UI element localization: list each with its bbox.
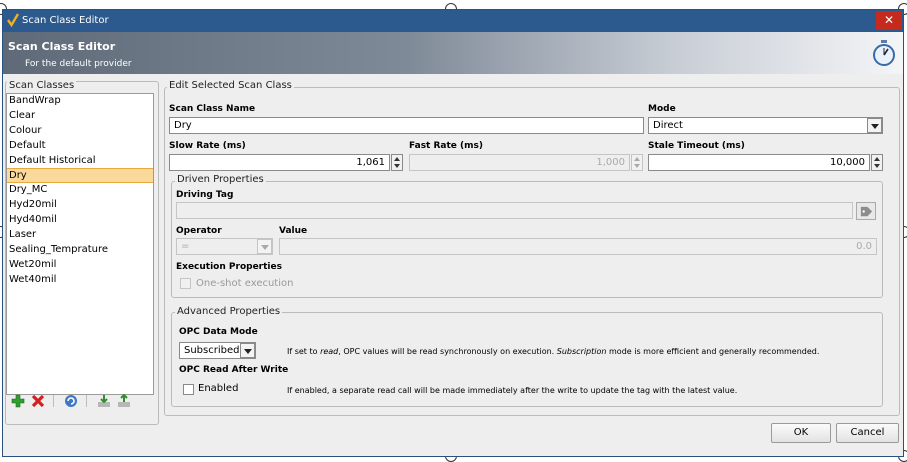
add-icon[interactable] xyxy=(11,394,25,408)
close-button[interactable]: ✕ xyxy=(876,11,902,30)
tag-browse-button[interactable] xyxy=(856,202,876,220)
slow-rate-label: Slow Rate (ms) xyxy=(169,141,246,151)
banner-title: Scan Class Editor xyxy=(8,40,116,53)
list-item[interactable]: Colour xyxy=(7,124,153,139)
one-shot-label: One-shot execution xyxy=(196,278,294,289)
advanced-properties-label: Advanced Properties xyxy=(175,306,283,317)
help-text: mode is more efficient and generally rec… xyxy=(606,347,820,356)
spin-down-icon xyxy=(874,164,880,168)
mode-dropdown-button[interactable] xyxy=(867,118,882,133)
spin-down-icon xyxy=(634,164,640,168)
driven-properties-label: Driven Properties xyxy=(175,174,266,185)
scan-class-name-input[interactable]: Dry xyxy=(169,117,644,134)
slow-rate-spinner[interactable] xyxy=(391,154,403,171)
driving-tag-input[interactable] xyxy=(176,202,853,219)
list-item[interactable]: Hyd20mil xyxy=(7,198,153,213)
header-banner: Scan Class Editor For the default provid… xyxy=(3,32,903,74)
tag-icon xyxy=(860,206,873,217)
import-icon[interactable] xyxy=(97,394,111,408)
stale-timeout-label: Stale Timeout (ms) xyxy=(648,141,745,151)
read-after-write-checkbox[interactable] xyxy=(183,384,194,395)
scan-class-list[interactable]: BandWrap Clear Colour Default Default Histor… xyxy=(6,93,154,395)
spin-down-icon xyxy=(394,164,400,168)
opc-read-after-write-label: OPC Read After Write xyxy=(179,365,289,375)
title-bar: Scan Class Editor ✕ xyxy=(3,10,903,32)
help-text-italic: Subscription xyxy=(556,347,607,356)
list-item[interactable]: Dry_MC xyxy=(7,183,153,198)
execution-properties-label: Execution Properties xyxy=(176,262,282,272)
stopwatch-icon xyxy=(873,40,895,66)
close-icon: ✕ xyxy=(883,13,895,27)
value-input[interactable]: 0.0 xyxy=(279,238,877,255)
chevron-down-icon xyxy=(261,245,269,250)
driving-tag-label: Driving Tag xyxy=(176,190,234,200)
toolbar-separator xyxy=(53,395,54,407)
operator-label: Operator xyxy=(176,226,222,236)
operator-dropdown-button[interactable] xyxy=(257,239,272,254)
chevron-down-icon xyxy=(871,124,879,129)
export-icon[interactable] xyxy=(117,394,131,408)
window-title: Scan Class Editor xyxy=(22,15,109,26)
mode-select[interactable]: Direct xyxy=(648,117,883,134)
list-item[interactable]: Sealing_Temprature xyxy=(7,243,153,258)
spin-up-icon xyxy=(394,157,400,161)
scan-class-editor-window: Scan Class Editor ✕ Scan Class Editor Fo… xyxy=(2,9,904,457)
stale-timeout-spinner[interactable] xyxy=(871,154,883,171)
one-shot-checkbox[interactable] xyxy=(180,278,191,289)
scan-class-name-label: Scan Class Name xyxy=(169,104,256,114)
list-item[interactable]: Laser xyxy=(7,228,153,243)
banner-subtitle: For the default provider xyxy=(25,59,132,69)
scan-classes-label: Scan Classes xyxy=(7,80,77,91)
list-item[interactable]: Wet20mil xyxy=(7,258,153,273)
opc-data-mode-help: If set to read, OPC values will be read … xyxy=(287,347,819,356)
spin-up-icon xyxy=(874,157,880,161)
fast-rate-label: Fast Rate (ms) xyxy=(409,141,483,151)
chevron-down-icon xyxy=(244,349,252,354)
stale-timeout-input[interactable]: 10,000 xyxy=(648,154,870,171)
help-text-italic: read xyxy=(320,347,339,356)
list-item[interactable]: Hyd40mil xyxy=(7,213,153,228)
fast-rate-spinner[interactable] xyxy=(631,154,643,171)
edit-scan-class-label: Edit Selected Scan Class xyxy=(167,80,294,91)
read-after-write-help: If enabled, a separate read call will be… xyxy=(287,386,738,395)
ok-button[interactable]: OK xyxy=(771,423,831,443)
mode-label: Mode xyxy=(648,104,676,114)
refresh-icon[interactable] xyxy=(64,394,78,408)
value-label: Value xyxy=(279,226,308,236)
slow-rate-input[interactable]: 1,061 xyxy=(169,154,390,171)
opc-data-mode-label: OPC Data Mode xyxy=(179,327,258,337)
help-text: , OPC values will be read synchronously … xyxy=(338,347,557,356)
read-after-write-enabled-label: Enabled xyxy=(198,383,239,394)
list-item[interactable]: Default xyxy=(7,139,153,154)
spin-up-icon xyxy=(634,157,640,161)
toolbar-separator xyxy=(86,395,87,407)
list-item[interactable]: BandWrap xyxy=(7,94,153,109)
opc-data-mode-dropdown-button[interactable] xyxy=(240,343,255,358)
fast-rate-input[interactable]: 1,000 xyxy=(409,154,630,171)
list-item[interactable]: Clear xyxy=(7,109,153,124)
list-item[interactable]: Dry xyxy=(7,168,153,184)
help-text: If set to xyxy=(287,347,321,356)
app-logo-icon xyxy=(7,13,19,27)
cancel-button[interactable]: Cancel xyxy=(836,423,899,443)
delete-icon[interactable] xyxy=(31,394,45,408)
list-item[interactable]: Wet40mil xyxy=(7,273,153,288)
list-item[interactable]: Default Historical xyxy=(7,154,153,169)
